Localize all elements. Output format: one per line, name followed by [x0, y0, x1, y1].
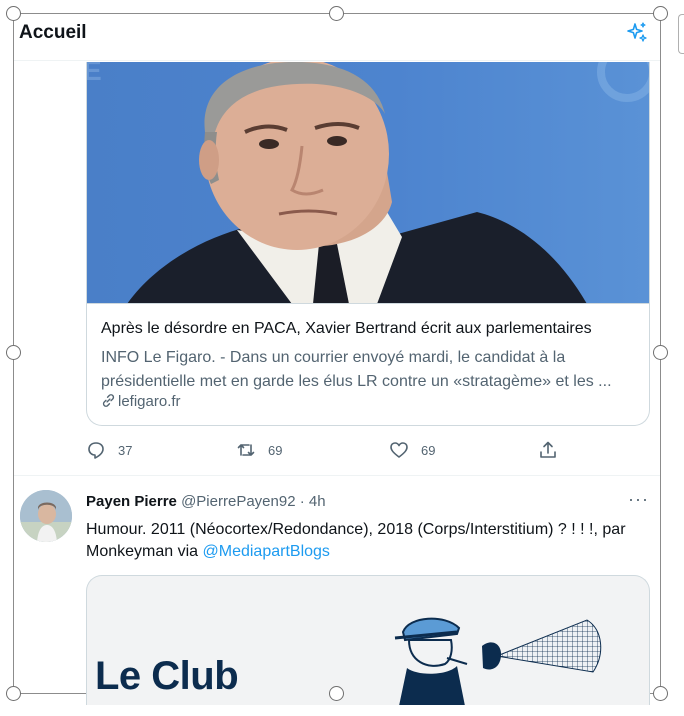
sparkle-icon[interactable]: [624, 20, 650, 46]
page-title: Accueil: [19, 22, 87, 43]
link-preview-card[interactable]: E Après le déso: [86, 62, 650, 426]
svg-text:E: E: [87, 62, 102, 86]
tweet-divider: [14, 475, 660, 476]
resize-handle-bottom-left[interactable]: [6, 686, 21, 701]
avatar-photo: [20, 490, 72, 542]
resize-handle-bottom-right[interactable]: [653, 686, 668, 701]
retweet-button[interactable]: 69: [236, 440, 282, 460]
heart-icon: [390, 442, 408, 458]
reply-button[interactable]: 37: [86, 440, 132, 460]
megaphone-illustration: [394, 617, 602, 705]
article-photo: E: [87, 62, 649, 304]
like-count: 69: [421, 442, 436, 458]
share-icon: [540, 441, 556, 458]
card-domain: lefigaro.fr: [101, 393, 181, 410]
timeline-header: Accueil: [14, 14, 660, 61]
author-handle[interactable]: @PierrePayen92 · 4h: [181, 493, 325, 510]
tweet-text-body: Humour. 2011 (Néocortex/Redondance), 201…: [86, 521, 626, 560]
card-title: Après le désordre en PACA, Xavier Bertra…: [101, 320, 592, 337]
link-preview-card-2[interactable]: Le Club: [86, 575, 650, 705]
resize-handle-top[interactable]: [329, 6, 344, 21]
mention-link[interactable]: @MediapartBlogs: [203, 543, 330, 560]
resize-handle-top-right[interactable]: [653, 6, 668, 21]
card-domain-text: lefigaro.fr: [118, 393, 181, 410]
link-icon: [102, 394, 115, 407]
author-name[interactable]: Payen Pierre: [86, 493, 177, 510]
tweet-text: Humour. 2011 (Néocortex/Redondance), 201…: [86, 519, 654, 563]
retweet-count: 69: [268, 442, 283, 458]
portrait-illustration: E: [87, 62, 649, 303]
avatar[interactable]: [20, 490, 72, 542]
like-button[interactable]: 69: [389, 440, 435, 460]
card-headline: Le Club: [95, 654, 239, 698]
resize-handle-bottom[interactable]: [329, 686, 344, 701]
more-options-button[interactable]: ···: [628, 489, 649, 510]
resize-handle-right[interactable]: [653, 345, 668, 360]
side-panel-edge: [678, 14, 684, 54]
card-description: INFO Le Figaro. - Dans un courrier envoy…: [101, 349, 612, 390]
reply-icon: [88, 442, 104, 459]
resize-handle-top-left[interactable]: [6, 6, 21, 21]
reply-count: 37: [118, 442, 133, 458]
tweet-author: Payen Pierre @PierrePayen92 · 4h: [86, 493, 326, 510]
retweet-icon: [237, 444, 255, 456]
share-button[interactable]: [538, 440, 558, 460]
resize-handle-left[interactable]: [6, 345, 21, 360]
